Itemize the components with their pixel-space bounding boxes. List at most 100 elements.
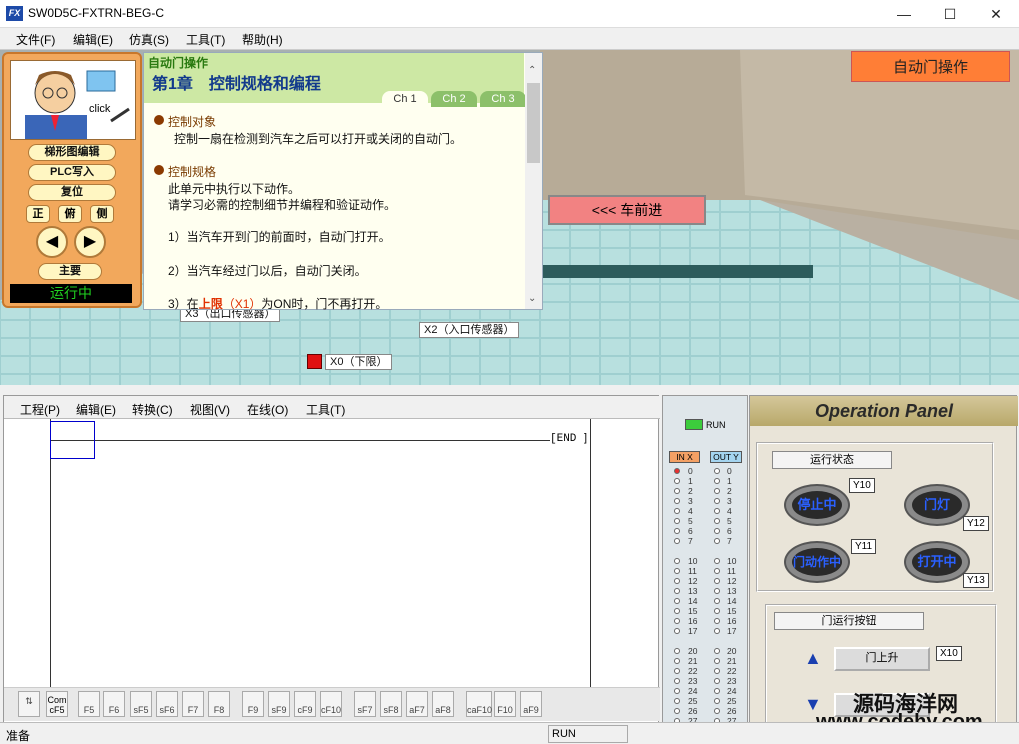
menu-simulation[interactable]: 仿真(S) <box>129 31 169 48</box>
side-view-button[interactable]: 侧 <box>90 205 114 223</box>
fkey-select[interactable]: ⇅ <box>18 691 40 717</box>
ladder-edit-button[interactable]: 梯形图编辑 <box>28 144 116 161</box>
output-led <box>714 668 720 674</box>
tab-ch1[interactable]: Ch 1 <box>382 91 428 107</box>
ladder-menu-edit[interactable]: 编辑(E) <box>76 401 116 418</box>
ladder-menu-project[interactable]: 工程(P) <box>20 401 60 418</box>
menu-help[interactable]: 帮助(H) <box>242 31 283 48</box>
run-status-display: 运行中 <box>10 284 132 303</box>
input-number: 10 <box>688 556 698 566</box>
next-page-button[interactable]: ▶ <box>74 226 106 258</box>
fkey-sf7[interactable]: sF7 <box>354 691 376 717</box>
tab-ch3[interactable]: Ch 3 <box>480 91 526 107</box>
fkey-sf6[interactable]: sF6 <box>156 691 178 717</box>
fkey-cf9[interactable]: cF9 <box>294 691 316 717</box>
scroll-up-icon[interactable]: ⌃ <box>528 65 536 76</box>
stop-lamp-label: 停止中 <box>792 491 842 519</box>
output-number: 25 <box>727 696 737 706</box>
output-led <box>714 658 720 664</box>
fkey-f5[interactable]: F5 <box>78 691 100 717</box>
input-led <box>674 498 680 504</box>
output-led <box>714 598 720 604</box>
car-forward-button[interactable]: <<< 车前进 <box>548 195 706 225</box>
output-number: 0 <box>727 466 732 476</box>
ladder-menu-convert[interactable]: 转换(C) <box>132 401 173 418</box>
fkey-com[interactable]: Com cF5 <box>46 691 68 717</box>
close-button[interactable]: ✕ <box>973 0 1019 28</box>
io-monitor-panel: RUN IN X OUT Y 0 0 1 1 2 2 3 3 4 4 5 5 6 6 7 7 10 10 11 11 1… <box>662 395 748 744</box>
ladder-menu-bar: 工程(P) 编辑(E) 转换(C) 视图(V) 在线(O) 工具(T) <box>4 396 660 419</box>
ladder-cursor[interactable] <box>50 421 95 459</box>
door-moving-lamp-label: 门动作中 <box>792 548 842 576</box>
ladder-menu-view[interactable]: 视图(V) <box>190 401 230 418</box>
fkey-af9[interactable]: aF9 <box>520 691 542 717</box>
fkey-af8[interactable]: aF8 <box>432 691 454 717</box>
tab-ch2[interactable]: Ch 2 <box>431 91 477 107</box>
menu-file[interactable]: 文件(F) <box>16 31 55 48</box>
output-led <box>714 648 720 654</box>
fkey-f10[interactable]: F10 <box>494 691 516 717</box>
output-led <box>714 518 720 524</box>
front-view-button[interactable]: 正 <box>26 205 50 223</box>
input-number: 2 <box>688 486 693 496</box>
output-number: 21 <box>727 656 737 666</box>
input-number: 26 <box>688 706 698 716</box>
ladder-menu-online[interactable]: 在线(O) <box>247 401 288 418</box>
input-led <box>674 698 680 704</box>
input-led <box>674 658 680 664</box>
fkey-caf10[interactable]: caF10 <box>466 691 492 717</box>
end-bracket: ] <box>584 432 588 444</box>
spec-step-3-upper-limit: 上限 <box>198 297 223 311</box>
door-moving-lamp: 门动作中 <box>784 541 850 583</box>
input-number: 20 <box>688 646 698 656</box>
stop-lamp-tag: Y10 <box>849 478 875 493</box>
fkey-f6[interactable]: F6 <box>103 691 125 717</box>
input-led <box>674 518 680 524</box>
reset-button[interactable]: 复位 <box>28 184 116 201</box>
menu-bar: 文件(F) 编辑(E) 仿真(S) 工具(T) 帮助(H) <box>0 28 1019 50</box>
operation-panel-title: Operation Panel <box>750 396 1018 426</box>
top-view-button[interactable]: 俯 <box>58 205 82 223</box>
instruction-scrollbar[interactable]: ⌃ ⌄ <box>525 53 542 309</box>
output-led <box>714 538 720 544</box>
output-number: 3 <box>727 496 732 506</box>
door-up-tag: X10 <box>936 646 962 661</box>
instruction-panel: 自动门操作 第1章 控制规格和编程 Ch 1 Ch 2 Ch 3 控制对象 控制… <box>143 52 543 312</box>
output-number: 22 <box>727 666 737 676</box>
main-menu-button[interactable]: 主要 <box>38 263 102 280</box>
output-number: 11 <box>727 566 736 576</box>
section-control-object-title: 控制对象 <box>168 115 217 129</box>
fkey-f8[interactable]: F8 <box>208 691 230 717</box>
fkey-sf8[interactable]: sF8 <box>380 691 402 717</box>
fkey-af7[interactable]: aF7 <box>406 691 428 717</box>
door-up-button[interactable]: 门上升 <box>834 647 930 671</box>
prev-page-button[interactable]: ◀ <box>36 226 68 258</box>
scroll-down-icon[interactable]: ⌄ <box>528 293 536 304</box>
app-logo-icon: FX <box>6 6 23 21</box>
run-led <box>685 419 703 430</box>
fkey-f9[interactable]: F9 <box>242 691 264 717</box>
maximize-button[interactable]: ☐ <box>927 0 973 28</box>
click-hint: click <box>89 103 111 115</box>
fkey-sf9[interactable]: sF9 <box>268 691 290 717</box>
spec-step-3: 3）在上限（X1）为ON时，门不再打开。 <box>168 295 387 312</box>
opening-lamp-label: 打开中 <box>912 548 962 576</box>
door-light-lamp-label: 门灯 <box>912 491 962 519</box>
ladder-menu-tools[interactable]: 工具(T) <box>306 401 345 418</box>
fkey-sf5[interactable]: sF5 <box>130 691 152 717</box>
teacher-icon <box>25 70 130 139</box>
input-led <box>674 628 680 634</box>
minimize-button[interactable]: — <box>881 0 927 28</box>
spec-step-2: 2）当汽车经过门以后，自动门关闭。 <box>168 264 367 278</box>
run-led-label: RUN <box>706 420 726 430</box>
plc-write-button[interactable]: PLC写入 <box>28 164 116 181</box>
arrow-right-icon: ▶ <box>83 233 97 250</box>
left-power-rail <box>50 419 51 687</box>
menu-tools[interactable]: 工具(T) <box>186 31 225 48</box>
section-control-spec-body1: 此单元中执行以下动作。 <box>168 182 301 196</box>
fkey-cf10[interactable]: cF10 <box>320 691 342 717</box>
scroll-thumb[interactable] <box>527 83 540 163</box>
fkey-f7[interactable]: F7 <box>182 691 204 717</box>
output-led <box>714 478 720 484</box>
menu-edit[interactable]: 编辑(E) <box>73 31 113 48</box>
